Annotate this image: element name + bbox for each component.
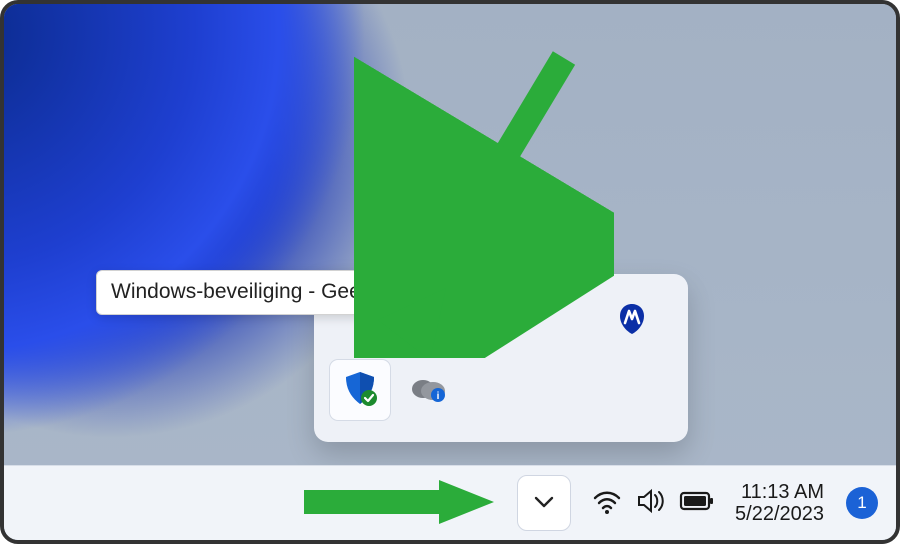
- security-tooltip: Windows-beveiliging - Geen acties vereis…: [96, 270, 522, 315]
- screenshot-frame: i Windows-beveiliging - Geen acties vere…: [0, 0, 900, 544]
- tray-item-windows-security[interactable]: [330, 360, 390, 420]
- volume-button[interactable]: [629, 475, 673, 531]
- chevron-box: [517, 475, 571, 531]
- tray-item-placeholder[interactable]: [534, 360, 594, 420]
- windows-security-icon: [340, 368, 380, 413]
- tray-item-placeholder[interactable]: [534, 290, 594, 350]
- tray-item-placeholder[interactable]: [602, 360, 662, 420]
- tray-item-onedrive[interactable]: i: [398, 360, 458, 420]
- wifi-button[interactable]: [585, 475, 629, 531]
- onedrive-icon: i: [409, 373, 447, 408]
- clock-date: 5/22/2023: [735, 503, 824, 525]
- battery-button[interactable]: [673, 475, 721, 531]
- battery-icon: [679, 488, 715, 519]
- chevron-down-icon: [530, 487, 558, 520]
- malwarebytes-icon: [615, 301, 649, 340]
- show-hidden-icons-button[interactable]: [511, 475, 585, 531]
- tray-item-placeholder[interactable]: [466, 360, 526, 420]
- notification-badge: 1: [846, 487, 878, 519]
- svg-text:i: i: [437, 391, 440, 402]
- speaker-icon: [635, 485, 667, 522]
- tooltip-text: Windows-beveiliging - Geen acties vereis…: [111, 280, 507, 303]
- wifi-icon: [591, 485, 623, 522]
- taskbar-clock[interactable]: 11:13 AM 5/22/2023: [735, 481, 824, 525]
- taskbar: 11:13 AM 5/22/2023 1: [4, 465, 896, 540]
- notification-count: 1: [857, 493, 866, 513]
- notifications-button[interactable]: 1: [838, 475, 884, 531]
- tray-item-malwarebytes[interactable]: [602, 290, 662, 350]
- clock-time: 11:13 AM: [741, 481, 824, 503]
